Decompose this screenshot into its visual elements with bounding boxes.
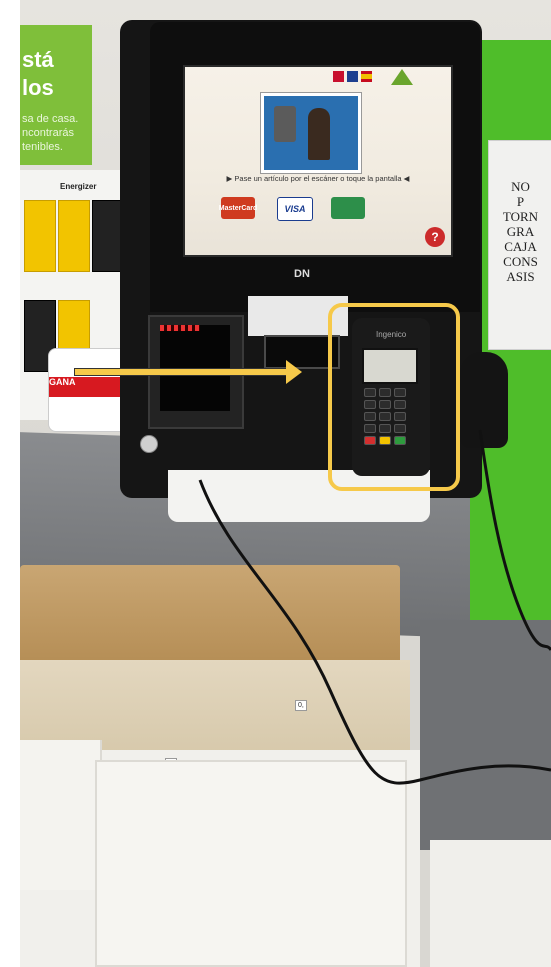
pointer-arrow-head bbox=[286, 360, 302, 384]
left-margin bbox=[0, 0, 20, 967]
photo-scene: stá los sa de casa. ncontrarás tenibles.… bbox=[0, 0, 551, 967]
card-reader-highlight-box bbox=[328, 303, 460, 491]
pointer-arrow-shaft bbox=[75, 369, 290, 375]
power-cable bbox=[198, 429, 551, 785]
